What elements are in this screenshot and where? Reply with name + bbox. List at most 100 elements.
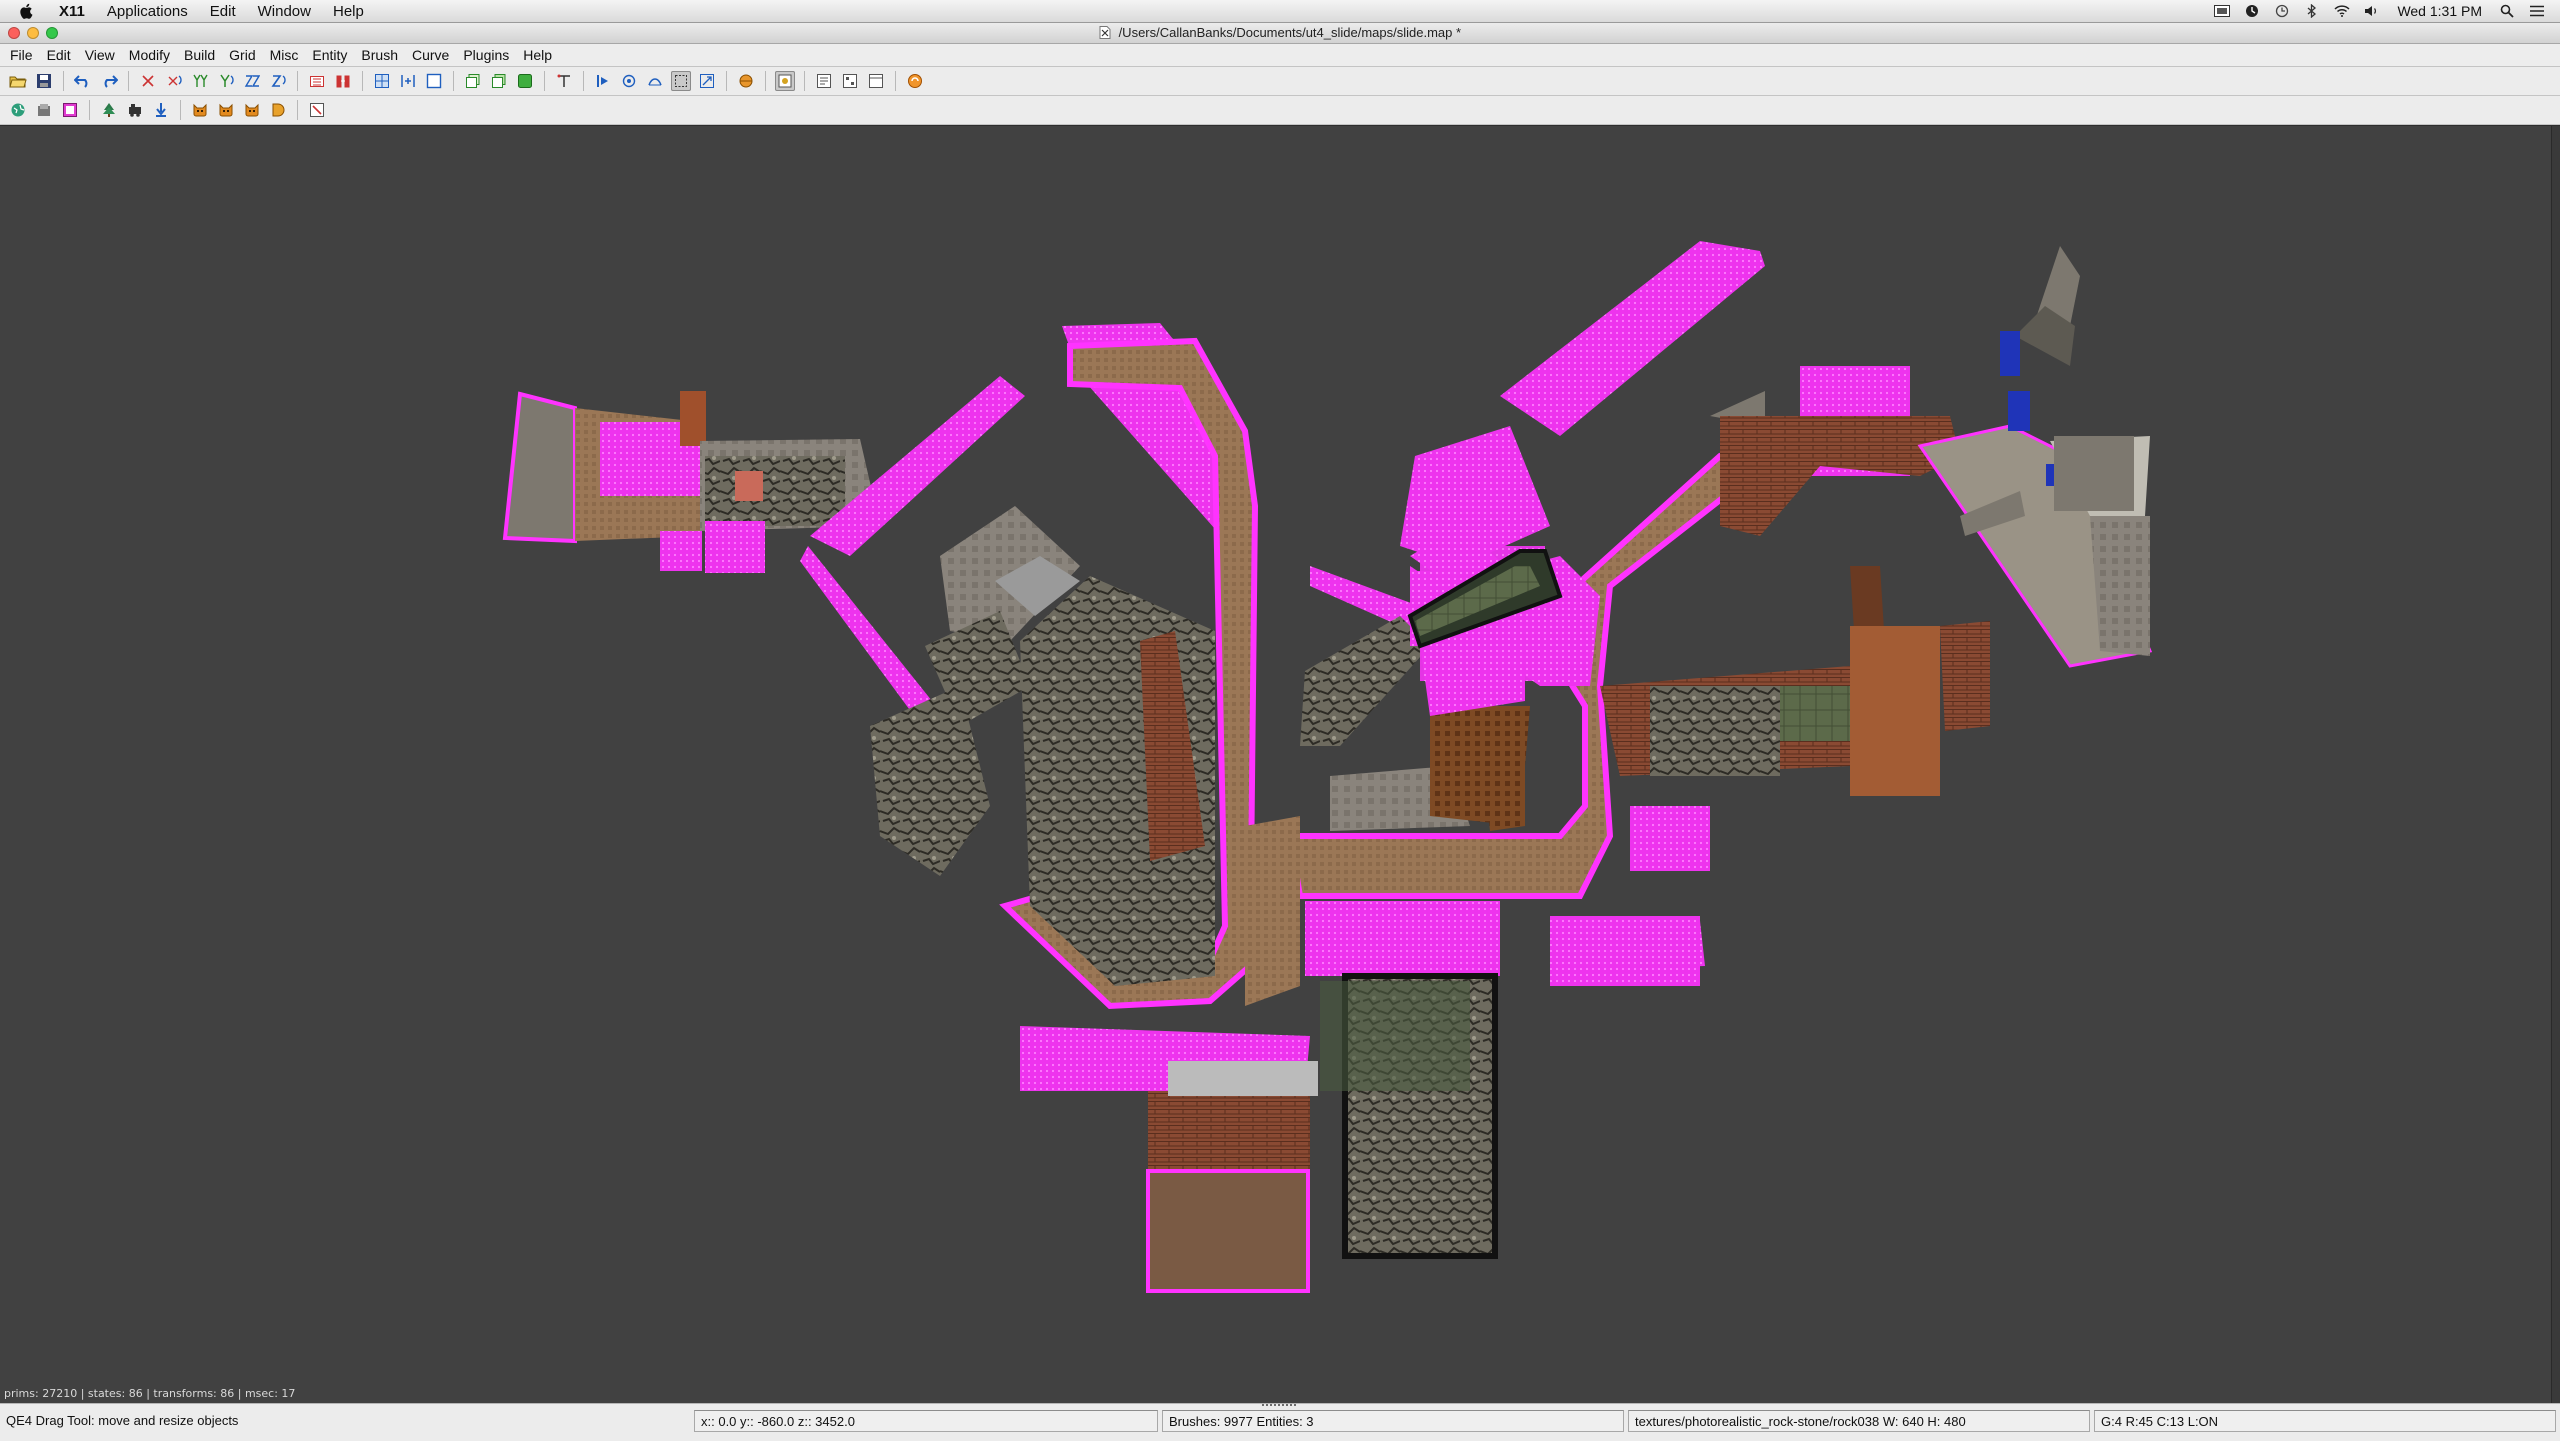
toolbar-separator (362, 71, 363, 91)
toolbar-separator (180, 100, 181, 120)
menu-entity[interactable]: Entity (312, 47, 347, 63)
plugin-cat2-icon[interactable] (216, 100, 236, 120)
menu-build[interactable]: Build (184, 47, 215, 63)
select-touching-icon[interactable] (333, 71, 353, 91)
view-texture-icon[interactable] (489, 71, 509, 91)
menu-help[interactable]: Help (523, 47, 552, 63)
plugin-texture-icon[interactable] (60, 100, 80, 120)
status-bar: QE4 Drag Tool: move and resize objects x… (0, 1403, 2560, 1441)
app-menubar: File Edit View Modify Build Grid Misc En… (0, 44, 2560, 67)
menu-grid[interactable]: Grid (229, 47, 255, 63)
map-south-buildings (1146, 973, 1498, 1293)
timemachine-icon[interactable] (2244, 4, 2260, 18)
csg-subtract-icon[interactable] (398, 71, 418, 91)
document-icon (1099, 26, 1111, 42)
view-lock-icon[interactable] (866, 71, 886, 91)
plugin-drop-icon[interactable] (151, 100, 171, 120)
save-file-icon[interactable] (34, 71, 54, 91)
plugin-globe-icon[interactable] (8, 100, 28, 120)
open-file-icon[interactable] (8, 71, 28, 91)
toolbar-separator (583, 71, 584, 91)
plugin-cat1-icon[interactable] (190, 100, 210, 120)
select-complete-tall-icon[interactable] (307, 71, 327, 91)
toolbar-separator (765, 71, 766, 91)
camera-viewport[interactable]: prims: 27210 | states: 86 | transforms: … (0, 125, 2560, 1404)
plugin-tree-icon[interactable] (99, 100, 119, 120)
toolbar-separator (726, 71, 727, 91)
toolbar-separator (804, 71, 805, 91)
plugin-toolbar (0, 96, 2560, 125)
volume-icon[interactable] (2364, 4, 2380, 18)
camera-move-icon[interactable] (619, 71, 639, 91)
refresh-shaders-icon[interactable] (905, 71, 925, 91)
menubar-clock[interactable]: Wed 1:31 PM (2397, 3, 2482, 19)
plugin-d-icon[interactable] (268, 100, 288, 120)
bluetooth-icon[interactable] (2304, 4, 2320, 18)
map-render (502, 241, 2153, 1293)
entity-sphere-icon[interactable] (736, 71, 756, 91)
rotate-y-icon[interactable] (216, 71, 236, 91)
status-tool: QE4 Drag Tool: move and resize objects (6, 1413, 239, 1428)
plugin-noentry-icon[interactable] (307, 100, 327, 120)
toolbar-separator (297, 100, 298, 120)
plugin-bobtoolz-icon[interactable] (34, 100, 54, 120)
redo-icon[interactable] (99, 71, 119, 91)
drag-tool-icon[interactable] (671, 71, 691, 91)
menubar-item-x11[interactable]: X11 (59, 3, 85, 20)
toolbar-separator (895, 71, 896, 91)
status-texture: textures/photorealistic_rock-stone/rock0… (1628, 1410, 2090, 1432)
menu-modify[interactable]: Modify (129, 47, 170, 63)
menubar-item-edit[interactable]: Edit (210, 3, 236, 20)
spotlight-icon[interactable] (2499, 4, 2515, 18)
plugin-train-icon[interactable] (125, 100, 145, 120)
texture-lock-rotation-icon[interactable] (840, 71, 860, 91)
menu-curve[interactable]: Curve (412, 47, 449, 63)
wifi-icon[interactable] (2334, 4, 2350, 18)
show-angles-icon[interactable] (775, 71, 795, 91)
screen-icon[interactable] (2214, 4, 2231, 18)
apple-icon[interactable] (18, 2, 36, 20)
viewport-resize-grip[interactable] (2551, 126, 2560, 1404)
toolbar-separator (544, 71, 545, 91)
flip-z-icon[interactable] (242, 71, 262, 91)
menu-view[interactable]: View (85, 47, 115, 63)
status-grid: G:4 R:45 C:13 L:ON (2094, 1410, 2556, 1432)
menubar-item-applications[interactable]: Applications (107, 3, 188, 20)
menu-edit[interactable]: Edit (47, 47, 71, 63)
window-title-text: /Users/CallanBanks/Documents/ut4_slide/m… (1118, 25, 1462, 40)
main-toolbar (0, 67, 2560, 96)
flip-y-icon[interactable] (190, 71, 210, 91)
menu-plugins[interactable]: Plugins (463, 47, 509, 63)
view-change-icon[interactable] (463, 71, 483, 91)
window-titlebar: /Users/CallanBanks/Documents/ut4_slide/m… (0, 23, 2560, 44)
map-west-block (502, 391, 880, 573)
csg-merge-icon[interactable] (372, 71, 392, 91)
flip-x-icon[interactable] (138, 71, 158, 91)
toolbar-separator (63, 71, 64, 91)
toolbar-separator (128, 71, 129, 91)
menubar-item-help[interactable]: Help (333, 3, 364, 20)
window-title: /Users/CallanBanks/Documents/ut4_slide/m… (0, 25, 2560, 42)
render-stats: prims: 27210 | states: 86 | transforms: … (4, 1387, 296, 1400)
texture-lock-icon[interactable] (814, 71, 834, 91)
rotate-z-icon[interactable] (268, 71, 288, 91)
undo-icon[interactable] (73, 71, 93, 91)
menu-brush[interactable]: Brush (361, 47, 398, 63)
menu-file[interactable]: File (10, 47, 33, 63)
patch-icon[interactable] (645, 71, 665, 91)
clipper-icon[interactable] (554, 71, 574, 91)
system-menubar: X11 Applications Edit Window Help Wed 1:… (0, 0, 2560, 23)
view-solid-icon[interactable] (515, 71, 535, 91)
list-icon[interactable] (2529, 4, 2545, 18)
hollow-icon[interactable] (424, 71, 444, 91)
rotate-x-icon[interactable] (164, 71, 184, 91)
select-first-icon[interactable] (593, 71, 613, 91)
clock-sync-icon[interactable] (2274, 4, 2290, 18)
status-counts: Brushes: 9977 Entities: 3 (1162, 1410, 1624, 1432)
toolbar-separator (453, 71, 454, 91)
status-coords: x:: 0.0 y:: -860.0 z:: 3452.0 (694, 1410, 1158, 1432)
menu-misc[interactable]: Misc (270, 47, 299, 63)
menubar-item-window[interactable]: Window (258, 3, 311, 20)
plugin-cat3-icon[interactable] (242, 100, 262, 120)
scale-tool-icon[interactable] (697, 71, 717, 91)
